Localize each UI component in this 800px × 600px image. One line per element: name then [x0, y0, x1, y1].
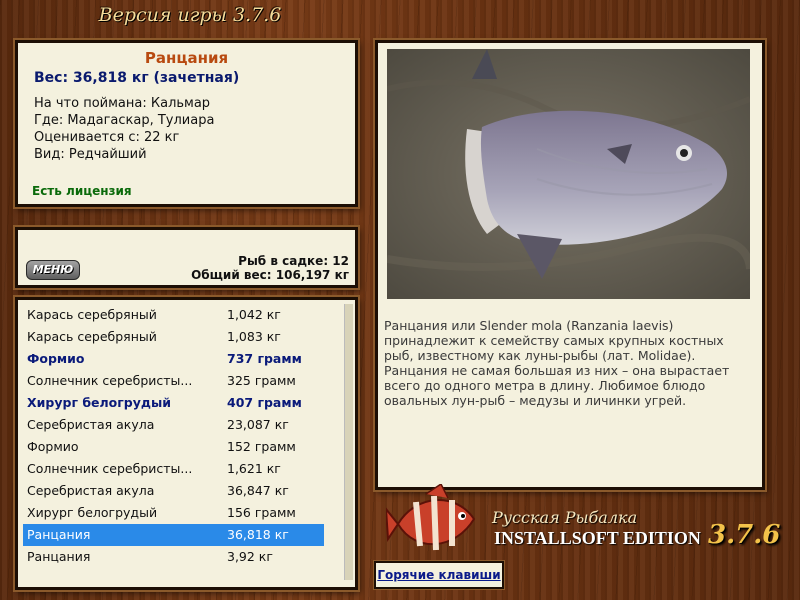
catch-row[interactable]: Ранцания 36,818 кг [23, 524, 324, 546]
catch-row[interactable]: Формио 152 грамм [23, 436, 324, 458]
game-version-title: Версия игры 3.7.6 [98, 4, 282, 26]
catch-fish-name: Ранцания [27, 549, 91, 564]
catch-row[interactable]: Карась серебряный 1,083 кг [23, 326, 324, 348]
catch-fish-name: Хирург белогрудый [27, 505, 158, 520]
catch-fish-weight: 36,847 кг [227, 483, 289, 498]
menu-button[interactable]: МЕНЮ [26, 260, 80, 280]
catch-row[interactable]: Солнечник серебристы... 325 грамм [23, 370, 324, 392]
min-weight-line: Оценивается с: 22 кг [34, 130, 180, 145]
brand-version: 3.7.6 [708, 520, 781, 550]
catch-list: Карась серебряный 1,042 кг Карась серебрян… [15, 297, 358, 590]
catch-fish-weight: 23,087 кг [227, 417, 289, 432]
game-logo: Русская Рыбалка INSTALLSOFT EDITION 3.7.… [386, 484, 796, 564]
catch-fish-weight: 1,042 кг [227, 307, 281, 322]
catch-row[interactable]: Серебристая акула 36,847 кг [23, 480, 324, 502]
keepnet-summary-panel: МЕНЮ Рыб в садке: 12 Общий вес: 106,197 … [15, 227, 358, 288]
fish-details: На что поймана: Кальмар Где: Мадагаскар,… [18, 95, 355, 163]
catch-fish-name: Формио [27, 439, 79, 454]
catch-fish-name: Серебристая акула [27, 483, 155, 498]
brand-line2: INSTALLSOFT EDITION [494, 528, 701, 548]
catch-fish-weight: 407 грамм [227, 395, 302, 410]
fish-info-panel: Ранцания Вес: 36,818 кг (зачетная) На чт… [15, 40, 358, 207]
catch-fish-name: Серебристая акула [27, 417, 155, 432]
fish-photo [387, 49, 750, 299]
location-line: Где: Мадагаскар, Тулиара [34, 113, 215, 128]
catch-fish-weight: 1,083 кг [227, 329, 281, 344]
catch-fish-weight: 36,818 кг [227, 527, 289, 542]
catch-fish-name: Хирург белогрудый [27, 395, 172, 410]
rarity-line: Вид: Редчайший [34, 147, 147, 162]
license-status: Есть лицензия [32, 184, 132, 198]
catch-fish-weight: 156 грамм [227, 505, 296, 520]
catch-fish-weight: 3,92 кг [227, 549, 273, 564]
catch-row[interactable]: Карась серебряный 1,042 кг [23, 304, 324, 326]
caught-with-line: На что поймана: Кальмар [34, 96, 211, 111]
fish-photo-image [387, 49, 750, 299]
catch-fish-weight: 152 грамм [227, 439, 296, 454]
catch-row[interactable]: Хирург белогрудый 156 грамм [23, 502, 324, 524]
catch-fish-name: Формио [27, 351, 85, 366]
catch-fish-name: Солнечник серебристы... [27, 461, 193, 476]
catch-fish-name: Солнечник серебристы... [27, 373, 193, 388]
catch-fish-weight: 737 грамм [227, 351, 302, 366]
catch-fish-name: Ранцания [27, 527, 91, 542]
catch-row[interactable]: Солнечник серебристы... 1,621 кг [23, 458, 324, 480]
fish-count: Рыб в садке: 12 [238, 254, 349, 268]
catch-fish-name: Карась серебряный [27, 307, 157, 322]
catch-fish-weight: 1,621 кг [227, 461, 281, 476]
fish-description: Ранцания или Slender mola (Ranzania laev… [384, 318, 730, 408]
catch-row[interactable]: Серебристая акула 23,087 кг [23, 414, 324, 436]
catch-fish-weight: 325 грамм [227, 373, 296, 388]
total-weight: Общий вес: 106,197 кг [191, 268, 349, 282]
catch-row[interactable]: Хирург белогрудый 407 грамм [23, 392, 324, 414]
fish-weight: Вес: 36,818 кг (зачетная) [34, 70, 240, 86]
catch-list-scrollbar[interactable] [344, 304, 353, 580]
hotkeys-button[interactable]: Горячие клавиши [374, 561, 504, 589]
brand-line1: Русская Рыбалка [492, 508, 638, 527]
catch-row[interactable]: Формио 737 грамм [23, 348, 324, 370]
keepnet-counts: Рыб в садке: 12 Общий вес: 106,197 кг [191, 254, 349, 282]
fish-name: Ранцания [144, 49, 229, 67]
fish-photo-panel: Ранцания или Slender mola (Ranzania laev… [375, 40, 765, 490]
catch-fish-name: Карась серебряный [27, 329, 157, 344]
fish-logo-icon [386, 484, 476, 551]
catch-row[interactable]: Ранцания 3,92 кг [23, 546, 324, 568]
